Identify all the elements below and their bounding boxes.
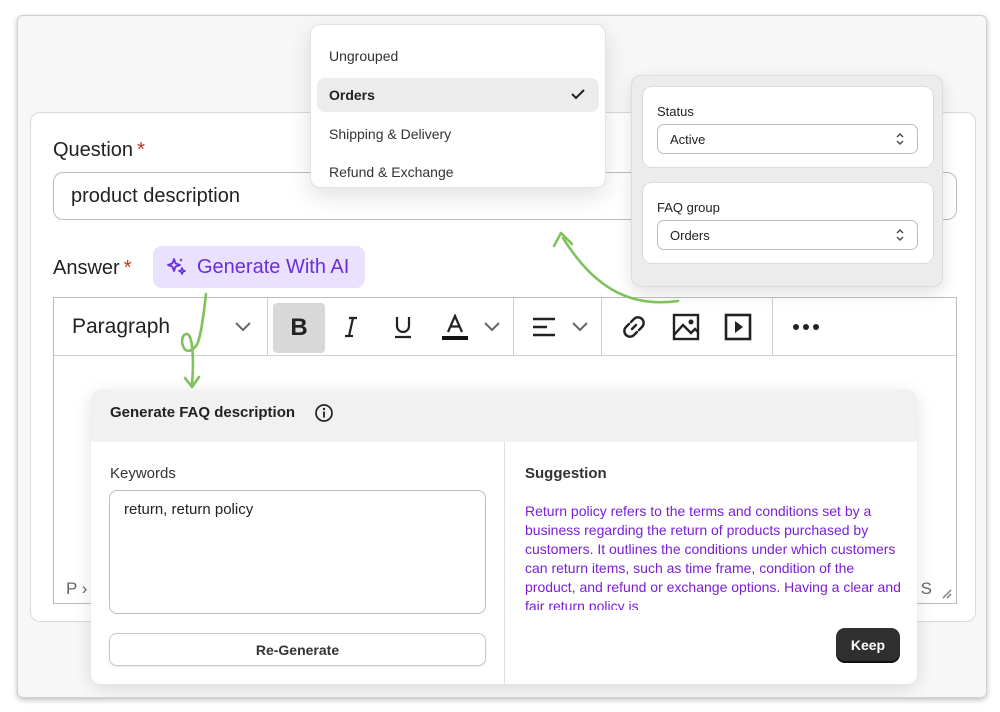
element-path[interactable]: P › [66, 579, 87, 599]
chevron-down-icon[interactable] [228, 302, 258, 352]
required-mark: * [123, 257, 132, 279]
question-label: Question * [53, 139, 145, 161]
generate-faq-panel: Generate FAQ description Keywords return… [91, 390, 917, 684]
dropdown-item-refund[interactable]: Refund & Exchange [329, 164, 454, 180]
link-icon [623, 316, 645, 338]
align-button[interactable] [528, 302, 560, 352]
dropdown-item-orders[interactable]: Orders [317, 78, 599, 112]
block-format-select[interactable]: Paragraph [72, 315, 170, 339]
keywords-label: Keywords [110, 465, 176, 482]
generate-panel-title: Generate FAQ description [110, 404, 296, 421]
app-window: Question * product description Answer * Ge… [17, 15, 987, 698]
image-icon [672, 313, 700, 341]
align-left-icon [533, 317, 555, 337]
faq-group-select[interactable]: Orders [657, 220, 918, 250]
chevron-down-icon[interactable] [568, 302, 592, 352]
dropdown-item-shipping[interactable]: Shipping & Delivery [329, 126, 451, 142]
suggestion-text: Return policy refers to the terms and co… [525, 503, 901, 610]
text-color-icon [442, 313, 468, 340]
generate-panel-header: Generate FAQ description [91, 390, 917, 442]
chevron-down-icon[interactable] [480, 302, 504, 352]
link-button[interactable] [616, 302, 652, 352]
bold-button[interactable]: B [273, 303, 325, 353]
keep-button[interactable]: Keep [836, 628, 900, 661]
faq-settings-panel: Status Active FAQ group Orders [631, 75, 943, 287]
chevron-up-down-icon [896, 133, 904, 145]
status-select[interactable]: Active [657, 124, 918, 154]
italic-button[interactable] [336, 302, 366, 352]
toolbar-divider [267, 298, 268, 356]
suggestion-label: Suggestion [525, 465, 607, 482]
status-value: Active [670, 132, 706, 147]
generate-with-ai-label: Generate With AI [197, 255, 350, 278]
dropdown-item-label: Orders [329, 87, 375, 103]
dropdown-item-ungrouped[interactable]: Ungrouped [329, 48, 398, 64]
faq-group-dropdown: Ungrouped Orders Shipping & Delivery Ref… [310, 24, 606, 188]
toolbar-divider [772, 298, 773, 356]
more-options-button[interactable] [788, 302, 824, 352]
panel-divider [504, 442, 505, 684]
image-button[interactable] [668, 302, 704, 352]
resize-handle-icon[interactable] [940, 587, 952, 599]
required-mark: * [137, 139, 145, 161]
sparkle-icon [167, 258, 186, 275]
more-icon [793, 324, 819, 330]
status-label: Status [657, 104, 694, 119]
answer-label: Answer * [53, 257, 132, 279]
checkmark-icon [571, 89, 585, 100]
faq-group-section: FAQ group Orders [642, 182, 934, 264]
underline-icon [395, 317, 411, 339]
italic-icon [345, 316, 357, 338]
chevron-up-down-icon [896, 229, 904, 241]
text-color-button[interactable] [438, 302, 472, 352]
faq-group-value: Orders [670, 228, 710, 243]
faq-group-label: FAQ group [657, 200, 720, 215]
video-icon [724, 313, 752, 341]
editor-toolbar: Paragraph B [54, 298, 956, 356]
status-section: Status Active [642, 86, 934, 168]
toolbar-divider [513, 298, 514, 356]
underline-button[interactable] [388, 302, 418, 352]
status-right-text: S [920, 579, 932, 598]
info-icon[interactable] [314, 403, 334, 423]
generate-with-ai-button[interactable]: Generate With AI [153, 246, 365, 288]
video-button[interactable] [720, 302, 756, 352]
regenerate-button[interactable]: Re-Generate [109, 633, 486, 666]
keywords-textarea[interactable]: return, return policy [109, 490, 486, 614]
toolbar-divider [601, 298, 602, 356]
